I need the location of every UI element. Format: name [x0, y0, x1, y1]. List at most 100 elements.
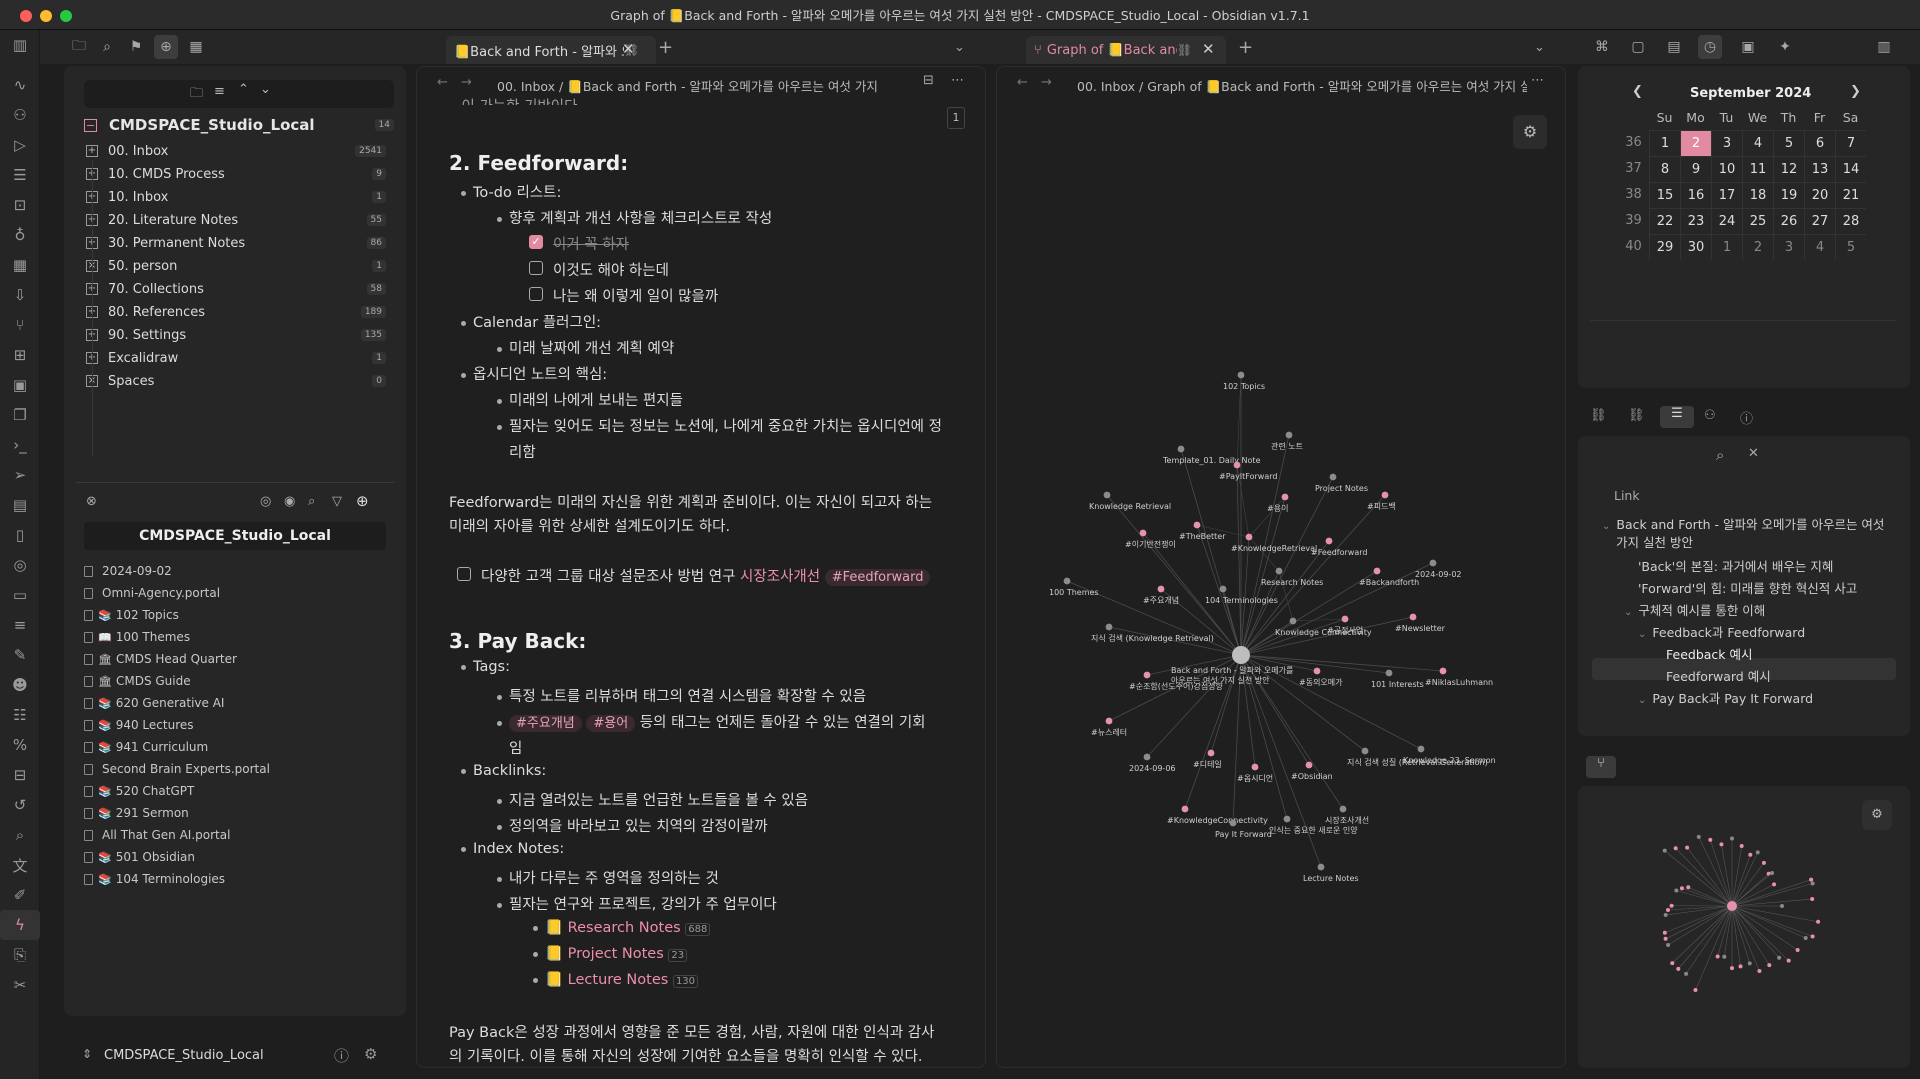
- mini-graph-node[interactable]: [1777, 955, 1782, 960]
- lightning-icon[interactable]: ϟ: [0, 910, 40, 940]
- graph-settings-icon[interactable]: ⚙: [1513, 115, 1547, 149]
- calendar-day[interactable]: 4: [1742, 130, 1773, 156]
- search-icon[interactable]: ⌕: [0, 820, 40, 850]
- calendar-day[interactable]: 9: [1680, 156, 1711, 182]
- mini-graph-node[interactable]: [1747, 961, 1752, 966]
- tab-list-icon[interactable]: ⌄: [954, 40, 965, 55]
- filter-icon[interactable]: ▽: [332, 494, 342, 509]
- calendar-day[interactable]: 1: [1711, 234, 1742, 260]
- calendar-day[interactable]: 17: [1711, 182, 1742, 208]
- microphone-icon[interactable]: ♁: [0, 220, 40, 250]
- graph-node[interactable]: [1417, 745, 1425, 753]
- graph-node[interactable]: [1177, 445, 1185, 453]
- space-file-item[interactable]: Second Brain Experts.portal: [84, 758, 384, 780]
- calendar-day[interactable]: 12: [1773, 156, 1804, 182]
- close-tab-icon[interactable]: ✕: [622, 40, 635, 58]
- forward-icon[interactable]: →: [461, 75, 472, 90]
- task-tag[interactable]: #Feedforward: [824, 569, 931, 586]
- clipboard-icon[interactable]: ⎘: [0, 940, 40, 970]
- graph-node[interactable]: [1237, 371, 1245, 379]
- mini-graph-node[interactable]: [1786, 958, 1791, 963]
- space-file-item[interactable]: 📚 941 Curriculum: [84, 736, 384, 758]
- mini-graph-node[interactable]: [1770, 871, 1775, 876]
- git-icon[interactable]: ⑂: [0, 310, 40, 340]
- search-icon[interactable]: ⌕: [95, 35, 119, 59]
- tablet-icon[interactable]: ▯: [0, 520, 40, 550]
- folder-item[interactable]: +70. Collections58: [86, 278, 386, 300]
- mini-graph-node[interactable]: [1772, 882, 1777, 887]
- list-icon[interactable]: ≡: [0, 610, 40, 640]
- mini-graph-node[interactable]: [1739, 844, 1744, 849]
- mini-graph-node[interactable]: [1686, 885, 1691, 890]
- graph-node[interactable]: [1285, 431, 1293, 439]
- eye-icon[interactable]: ◉: [284, 494, 295, 509]
- tags-icon[interactable]: ⌘: [1590, 35, 1614, 59]
- forward-icon[interactable]: →: [1041, 75, 1052, 90]
- space-file-item[interactable]: 2024-09-02: [84, 560, 384, 582]
- new-folder-icon[interactable]: 🗀: [190, 84, 203, 106]
- folder-item[interactable]: +20. Literature Notes55: [86, 209, 386, 231]
- tag-main-concept[interactable]: #주요개념: [509, 715, 582, 732]
- vault-switcher[interactable]: ⇕ CMDSPACE_Studio_Local ⓘ ⚙: [64, 1045, 406, 1069]
- folder-item[interactable]: +80. References189: [86, 301, 386, 323]
- terminal-icon[interactable]: ›_: [0, 430, 40, 460]
- calendar-day[interactable]: 8: [1649, 156, 1680, 182]
- todo-checkbox-1[interactable]: ✓: [529, 235, 543, 249]
- mini-graph[interactable]: [1578, 786, 1910, 1068]
- space-file-item[interactable]: 📚 104 Terminologies: [84, 868, 384, 890]
- prev-month-icon[interactable]: ❮: [1632, 84, 1643, 99]
- folder-item[interactable]: ×Spaces0: [86, 370, 386, 392]
- comment-icon[interactable]: ▭: [0, 580, 40, 610]
- calendar-day[interactable]: 19: [1773, 182, 1804, 208]
- minimize-window-button[interactable]: [40, 10, 52, 22]
- folder-item[interactable]: +Excalidraw1: [86, 347, 386, 369]
- graph-node[interactable]: [1219, 585, 1227, 593]
- mini-graph-node[interactable]: [1810, 881, 1815, 886]
- more-options-icon[interactable]: ⋯: [951, 73, 964, 88]
- mini-graph-node[interactable]: [1810, 934, 1815, 939]
- sort-icon[interactable]: ≡: [214, 84, 225, 99]
- graph-node[interactable]: [1105, 717, 1113, 725]
- tab-graph[interactable]: ⑂ Graph of 📒Back and Forth ⛓: [1026, 36, 1226, 64]
- outline-item[interactable]: ⌄ 구체적 예시를 통한 이해: [1624, 600, 1765, 619]
- index-link-research[interactable]: 📒 Research Notes 688: [533, 919, 711, 936]
- space-file-item[interactable]: 📚 501 Obsidian: [84, 846, 384, 868]
- mini-graph-node[interactable]: [1780, 904, 1784, 908]
- folder-item[interactable]: +10. Inbox1: [86, 186, 386, 208]
- calendar-icon[interactable]: ▣: [0, 370, 40, 400]
- graph-node[interactable]: [1232, 646, 1250, 664]
- vault-root[interactable]: − CMDSPACE_Studio_Local 14: [84, 114, 394, 136]
- graph-node[interactable]: [1181, 805, 1189, 813]
- collapse-arrow-icon[interactable]: ⌄: [1602, 521, 1610, 532]
- calendar-day[interactable]: 3: [1773, 234, 1804, 260]
- folder-icon[interactable]: 🗀: [67, 35, 91, 59]
- graph-node[interactable]: [1275, 567, 1283, 575]
- mini-graph-node[interactable]: [1684, 971, 1689, 976]
- mini-graph-node[interactable]: [1663, 936, 1668, 941]
- graph-node[interactable]: [1105, 623, 1113, 631]
- brush-icon[interactable]: ✐: [0, 880, 40, 910]
- outline-item[interactable]: ⌄ Pay Back과 Pay It Forward: [1638, 688, 1813, 707]
- graph-node[interactable]: [1329, 473, 1337, 481]
- index-link-project[interactable]: 📒 Project Notes 23: [533, 945, 688, 962]
- graph-node[interactable]: [1305, 761, 1313, 769]
- calendar-view-icon[interactable]: ▦: [184, 35, 208, 59]
- graph-node[interactable]: [1325, 537, 1333, 545]
- collapse-arrow-icon[interactable]: ⌄: [1624, 607, 1632, 618]
- calendar-day[interactable]: 11: [1742, 156, 1773, 182]
- graph-node[interactable]: [1409, 613, 1417, 621]
- next-month-icon[interactable]: ❯: [1850, 84, 1861, 99]
- clock-icon[interactable]: ◷: [1698, 35, 1722, 59]
- space-file-item[interactable]: 📖 100 Themes: [84, 626, 384, 648]
- calendar-day[interactable]: 21: [1835, 182, 1866, 208]
- book-icon[interactable]: ⊟: [0, 760, 40, 790]
- calendar-day[interactable]: 23: [1680, 208, 1711, 234]
- spaces-icon[interactable]: ⊕: [154, 35, 178, 59]
- tab-list-icon[interactable]: ⌄: [1534, 40, 1545, 55]
- folder-item[interactable]: +90. Settings135: [86, 324, 386, 346]
- graph-node[interactable]: [1361, 747, 1369, 755]
- space-file-item[interactable]: 🏛 CMDS Head Quarter: [84, 648, 384, 670]
- graph-node[interactable]: [1385, 669, 1393, 677]
- calendar-day[interactable]: 28: [1835, 208, 1866, 234]
- space-file-item[interactable]: All That Gen AI.portal: [84, 824, 384, 846]
